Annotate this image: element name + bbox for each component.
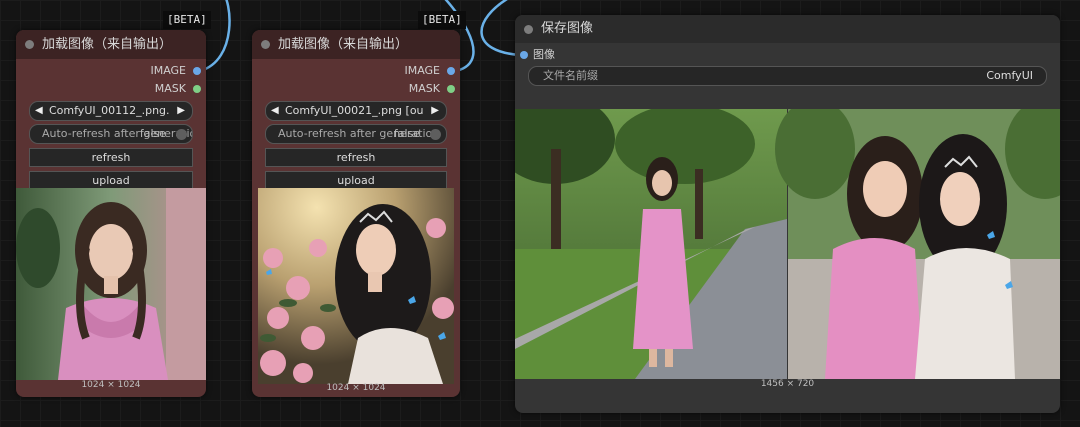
input-image: 图像 (515, 46, 1060, 64)
image-file-select[interactable]: ◀ ComfyUI_00021_.png [ou... ▶ (265, 101, 447, 121)
node-title[interactable]: 加载图像（来自输出） (252, 30, 460, 59)
output-mask: MASK (16, 80, 206, 98)
image-dimensions: 1456 × 720 (760, 379, 815, 389)
image-file-select[interactable]: ◀ ComfyUI_00112_.png... ▶ (29, 101, 193, 121)
image-preview (16, 188, 206, 380)
image-input-socket[interactable] (520, 51, 528, 59)
toggle-knob-icon (430, 129, 441, 140)
auto-refresh-toggle[interactable]: Auto-refresh after generation false (29, 124, 193, 144)
mask-output-socket[interactable] (193, 85, 201, 93)
image-output-socket[interactable] (447, 67, 455, 75)
arrow-right-icon[interactable]: ▶ (177, 102, 185, 120)
filename-prefix-input[interactable]: 文件名前缀 ComfyUI (528, 66, 1047, 86)
image-preview (258, 188, 454, 384)
mask-output-socket[interactable] (447, 85, 455, 93)
arrow-left-icon[interactable]: ◀ (271, 102, 279, 120)
beta-badge: [BETA] (418, 11, 466, 29)
arrow-right-icon[interactable]: ▶ (431, 102, 439, 120)
output-image: IMAGE (252, 62, 460, 80)
output-mask: MASK (252, 80, 460, 98)
collapse-dot-icon[interactable] (524, 25, 533, 34)
collapse-dot-icon[interactable] (261, 40, 270, 49)
arrow-left-icon[interactable]: ◀ (35, 102, 43, 120)
auto-refresh-toggle[interactable]: Auto-refresh after generation false (265, 124, 447, 144)
load-image-node[interactable]: 加载图像（来自输出） IMAGE MASK ◀ ComfyUI_00021_.p… (252, 30, 460, 397)
toggle-knob-icon (176, 129, 187, 140)
refresh-button[interactable]: refresh (265, 148, 447, 167)
image-output-socket[interactable] (193, 67, 201, 75)
output-image-preview (515, 109, 1060, 379)
node-title[interactable]: 加载图像（来自输出） (16, 30, 206, 59)
output-image: IMAGE (16, 62, 206, 80)
load-image-node[interactable]: 加载图像（来自输出） IMAGE MASK ◀ ComfyUI_00112_.p… (16, 30, 206, 397)
image-dimensions: 1024 × 1024 (326, 383, 386, 393)
collapse-dot-icon[interactable] (25, 40, 34, 49)
node-title[interactable]: 保存图像 (515, 15, 1060, 43)
beta-badge: [BETA] (163, 11, 211, 29)
refresh-button[interactable]: refresh (29, 148, 193, 167)
save-image-node[interactable]: 保存图像 图像 文件名前缀 ComfyUI 1456 × 720 (515, 15, 1060, 413)
image-dimensions: 1024 × 1024 (81, 380, 141, 390)
